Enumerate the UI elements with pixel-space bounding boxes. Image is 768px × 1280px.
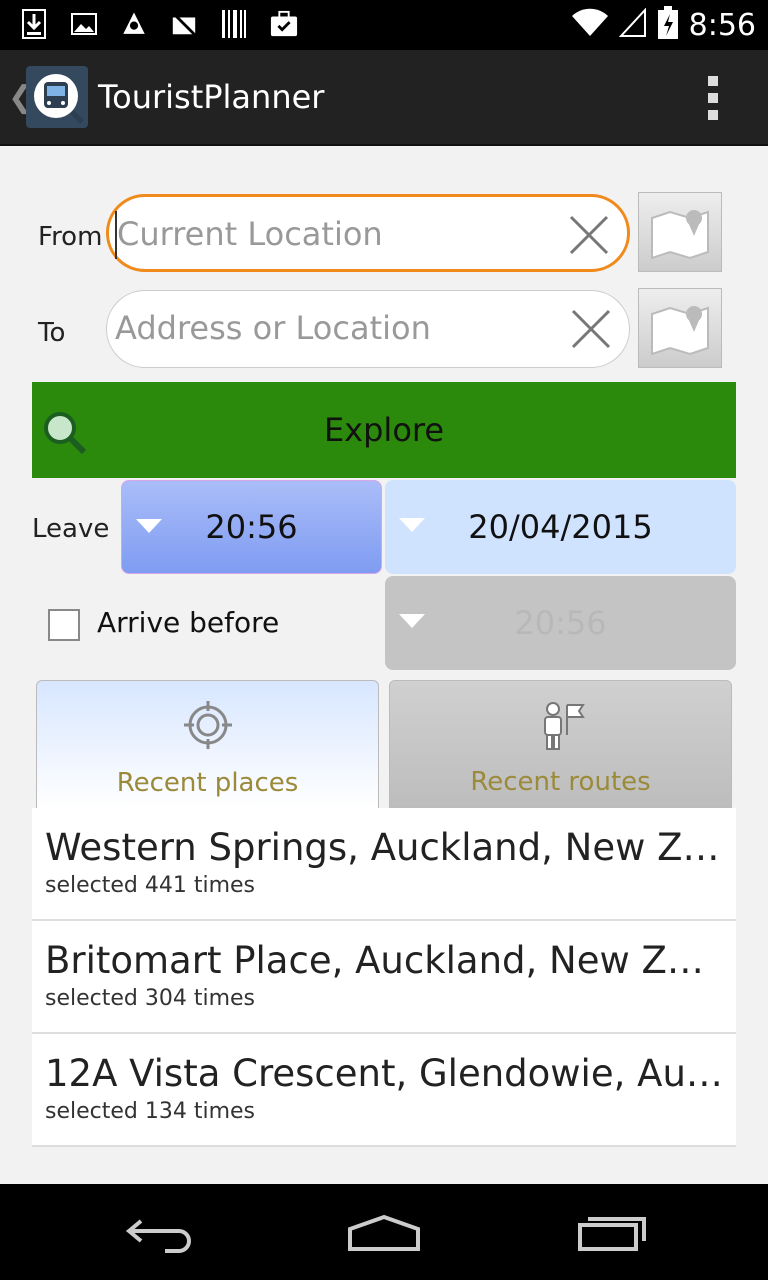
to-input[interactable] <box>115 301 555 355</box>
place-count: selected 304 times <box>45 986 256 1011</box>
back-arrow-icon <box>125 1219 191 1253</box>
nav-home-button[interactable] <box>344 1208 424 1258</box>
wifi-icon <box>571 8 609 42</box>
leave-label: Leave <box>32 514 110 544</box>
recents-icon <box>578 1217 646 1251</box>
list-item[interactable]: Britomart Place, Auckland, New Zealand s… <box>32 921 736 1034</box>
status-bar: 8:56 <box>0 0 768 50</box>
search-icon <box>44 412 87 455</box>
tab-label: Recent routes <box>470 767 651 797</box>
tab-recent-routes[interactable]: Recent routes <box>389 680 732 808</box>
nav-back-button[interactable] <box>120 1208 200 1258</box>
place-title: Britomart Place, Auckland, New Zealand <box>45 939 725 982</box>
home-icon <box>348 1214 420 1251</box>
to-map-button[interactable] <box>638 288 722 368</box>
tab-label: Recent places <box>116 768 299 798</box>
download-icon <box>20 8 48 40</box>
from-field[interactable] <box>106 194 630 272</box>
person-flag-icon <box>543 702 585 750</box>
leave-time-value: 20:56 <box>205 508 298 546</box>
recent-places-list: Western Springs, Auckland, New Zealand s… <box>32 808 736 1147</box>
navigation-bar <box>0 1184 768 1280</box>
briefcase-check-icon <box>270 8 298 40</box>
place-count: selected 134 times <box>45 1099 256 1124</box>
leave-date-picker[interactable]: 20/04/2015 <box>385 480 736 574</box>
from-input[interactable] <box>117 207 557 261</box>
nav-recents-button[interactable] <box>572 1208 652 1258</box>
place-title: Western Springs, Auckland, New Zealand <box>45 826 725 869</box>
clear-to-icon[interactable] <box>569 307 613 351</box>
arrive-time-value: 20:56 <box>514 604 607 642</box>
barcode-icon <box>220 8 248 40</box>
arrive-before-checkbox[interactable] <box>48 609 80 641</box>
explore-label: Explore <box>323 411 445 449</box>
leave-time-picker[interactable]: 20:56 <box>121 480 382 574</box>
list-item[interactable]: Western Springs, Auckland, New Zealand s… <box>32 808 736 921</box>
dropdown-icon <box>399 518 425 532</box>
leave-date-value: 20/04/2015 <box>468 508 653 546</box>
clock: 8:56 <box>688 7 756 43</box>
overflow-menu-icon[interactable] <box>706 76 720 120</box>
clear-from-icon[interactable] <box>567 213 611 257</box>
to-label: To <box>38 318 66 348</box>
place-count: selected 441 times <box>45 873 256 898</box>
from-map-button[interactable] <box>638 192 722 272</box>
action-bar: ❮ TouristPlanner <box>0 50 768 146</box>
explore-button[interactable]: Explore <box>32 382 736 478</box>
tab-recent-places[interactable]: Recent places <box>36 680 379 808</box>
arrive-time-picker[interactable]: 20:56 <box>385 576 736 670</box>
map-marker-icon <box>120 8 148 40</box>
app-logo[interactable] <box>26 66 88 128</box>
from-label: From <box>38 222 103 252</box>
map-pin-icon <box>651 210 709 260</box>
list-item[interactable]: 12A Vista Crescent, Glendowie, Auckland … <box>32 1034 736 1147</box>
target-icon <box>183 701 232 749</box>
battery-icon <box>657 6 679 44</box>
dropdown-icon <box>399 614 425 628</box>
muted-icon <box>170 8 198 40</box>
dropdown-icon <box>136 519 162 533</box>
arrive-before-label: Arrive before <box>97 606 280 639</box>
app-title: TouristPlanner <box>98 78 325 116</box>
to-field[interactable] <box>106 290 630 368</box>
map-pin-icon <box>651 306 709 356</box>
place-title: 12A Vista Crescent, Glendowie, Auckland <box>45 1052 725 1095</box>
signal-icon <box>618 7 647 42</box>
image-icon <box>70 8 98 40</box>
